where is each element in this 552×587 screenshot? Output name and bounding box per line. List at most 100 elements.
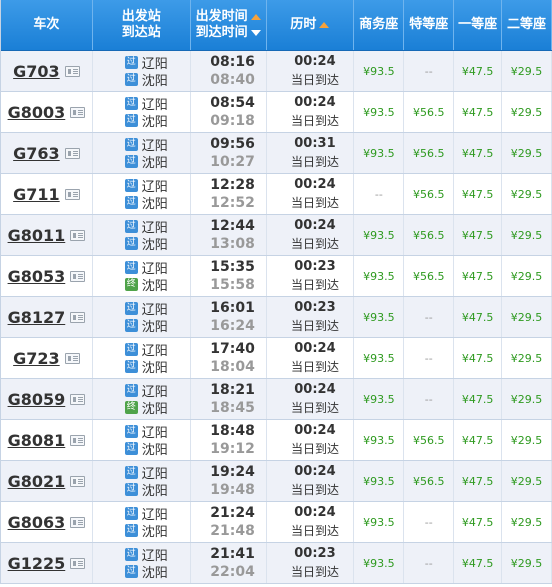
- train-number-link[interactable]: G8063: [8, 513, 66, 532]
- table-row: G1225 过 辽阳 过 沈阳 21:41 22:04 00:23 当日到达 ¥…: [1, 543, 552, 584]
- id-card-icon[interactable]: [70, 393, 86, 405]
- arrival-station: 终 沈阳: [124, 399, 168, 417]
- duration-cell: 00:31 当日到达: [267, 133, 355, 173]
- station-cell: 过 辽阳 过 沈阳: [93, 461, 191, 501]
- id-card-icon[interactable]: [64, 188, 80, 200]
- arrival-time: 16:24: [210, 318, 255, 334]
- duration-cell: 00:24 当日到达: [267, 502, 355, 542]
- special-seat-price: --: [404, 543, 455, 583]
- id-card-icon[interactable]: [70, 311, 86, 323]
- second-seat-price: ¥29.5: [502, 133, 552, 173]
- table-row: G8053 过 辽阳 终 沈阳 15:35 15:58 00:23 当日到达 ¥…: [1, 256, 552, 297]
- table-row: G8127 过 辽阳 过 沈阳 16:01 16:24 00:23 当日到达 ¥…: [1, 297, 552, 338]
- duration-value: 00:24: [294, 464, 336, 479]
- arrival-day: 当日到达: [290, 401, 339, 415]
- header-duration[interactable]: 历时: [267, 0, 355, 50]
- id-card-icon[interactable]: [64, 147, 80, 159]
- arrival-station-name: 沈阳: [141, 566, 168, 581]
- special-seat-price: ¥56.5: [404, 133, 455, 173]
- duration-value: 00:24: [294, 54, 336, 69]
- id-card-icon[interactable]: [70, 434, 86, 446]
- header-time[interactable]: 出发时间 到达时间: [191, 0, 267, 50]
- header-business-seat: 商务座: [354, 0, 405, 50]
- id-card-icon[interactable]: [64, 352, 80, 364]
- departure-time: 18:21: [210, 382, 255, 398]
- arrival-time: 15:58: [210, 277, 255, 293]
- arrival-time: 12:52: [210, 195, 255, 211]
- train-number-link[interactable]: G8127: [8, 308, 66, 327]
- id-card-icon[interactable]: [70, 516, 86, 528]
- business-seat-price: ¥93.5: [354, 92, 405, 132]
- first-seat-price: ¥47.5: [454, 51, 503, 91]
- duration-cell: 00:24 当日到达: [267, 461, 355, 501]
- duration-value: 00:23: [294, 546, 336, 561]
- business-seat-price: ¥93.5: [354, 51, 405, 91]
- duration-value: 00:24: [294, 177, 336, 192]
- pass-station-badge-icon: 过: [124, 548, 138, 561]
- id-card-icon[interactable]: [70, 557, 86, 569]
- station-cell: 过 辽阳 过 沈阳: [93, 543, 191, 583]
- duration-cell: 00:24 当日到达: [267, 51, 355, 91]
- departure-time: 16:01: [210, 300, 255, 316]
- header-station: 出发站 到达站: [93, 0, 191, 50]
- id-card-icon[interactable]: [70, 106, 86, 118]
- train-number-link[interactable]: G723: [13, 349, 60, 368]
- time-cell: 16:01 16:24: [191, 297, 267, 337]
- arrival-time: 21:48: [210, 523, 255, 539]
- table-row: G8003 过 辽阳 过 沈阳 08:54 09:18 00:24 当日到达 ¥…: [1, 92, 552, 133]
- duration-cell: 00:24 当日到达: [267, 338, 355, 378]
- train-number-link[interactable]: G8053: [8, 267, 66, 286]
- sort-asc-icon: [319, 22, 330, 28]
- id-card-icon[interactable]: [70, 229, 86, 241]
- sort-asc-icon: [250, 13, 261, 20]
- arrival-day: 当日到达: [290, 442, 339, 456]
- train-number-link[interactable]: G8021: [8, 472, 66, 491]
- special-seat-price: --: [404, 338, 455, 378]
- id-card-icon[interactable]: [70, 475, 86, 487]
- train-number-link[interactable]: G1225: [8, 554, 66, 573]
- special-seat-price: ¥56.5: [404, 92, 455, 132]
- arrival-station: 过 沈阳: [124, 563, 168, 581]
- time-cell: 19:24 19:48: [191, 461, 267, 501]
- id-card-icon[interactable]: [64, 65, 80, 77]
- departure-station: 过 辽阳: [124, 218, 168, 236]
- arrival-station: 终 沈阳: [124, 276, 168, 294]
- table-row: G8011 过 辽阳 过 沈阳 12:44 13:08 00:24 当日到达 ¥…: [1, 215, 552, 256]
- special-seat-price: --: [404, 379, 455, 419]
- train-number-link[interactable]: G763: [13, 144, 60, 163]
- train-number-link[interactable]: G8003: [8, 103, 66, 122]
- station-cell: 过 辽阳 过 沈阳: [93, 215, 191, 255]
- train-results-table: 车次 出发站 到达站 出发时间 到达时间 历时 商务座 特等座 一等座 二等座 …: [0, 0, 552, 584]
- arrival-station-name: 沈阳: [141, 320, 168, 335]
- departure-time: 15:35: [210, 259, 255, 275]
- arrival-time: 19:48: [210, 482, 255, 498]
- id-card-icon[interactable]: [70, 270, 86, 282]
- special-seat-price: --: [404, 502, 455, 542]
- train-cell: G8053: [1, 256, 93, 296]
- departure-station: 过 辽阳: [124, 341, 168, 359]
- departure-station: 过 辽阳: [124, 300, 168, 318]
- train-number-link[interactable]: G711: [13, 185, 60, 204]
- train-cell: G8063: [1, 502, 93, 542]
- duration-cell: 00:23 当日到达: [267, 256, 355, 296]
- special-seat-price: --: [404, 297, 455, 337]
- train-cell: G8021: [1, 461, 93, 501]
- second-seat-price: ¥29.5: [502, 215, 552, 255]
- first-seat-price: ¥47.5: [454, 461, 503, 501]
- train-number-link[interactable]: G703: [13, 62, 60, 81]
- pass-station-badge-icon: 过: [124, 466, 138, 479]
- arrival-day: 当日到达: [290, 565, 339, 579]
- header-time-arr[interactable]: 到达时间: [196, 25, 261, 41]
- train-number-link[interactable]: G8081: [8, 431, 66, 450]
- header-special-seat: 特等座: [404, 0, 455, 50]
- pass-station-badge-icon: 过: [124, 237, 138, 250]
- train-number-link[interactable]: G8011: [8, 226, 66, 245]
- header-time-dep[interactable]: 出发时间: [196, 9, 261, 25]
- business-seat-price: ¥93.5: [354, 133, 405, 173]
- header-train[interactable]: 车次: [1, 0, 93, 50]
- arrival-day: 当日到达: [290, 237, 339, 251]
- arrival-time: 10:27: [210, 154, 255, 170]
- time-cell: 09:56 10:27: [191, 133, 267, 173]
- train-number-link[interactable]: G8059: [8, 390, 66, 409]
- pass-station-badge-icon: 过: [124, 507, 138, 520]
